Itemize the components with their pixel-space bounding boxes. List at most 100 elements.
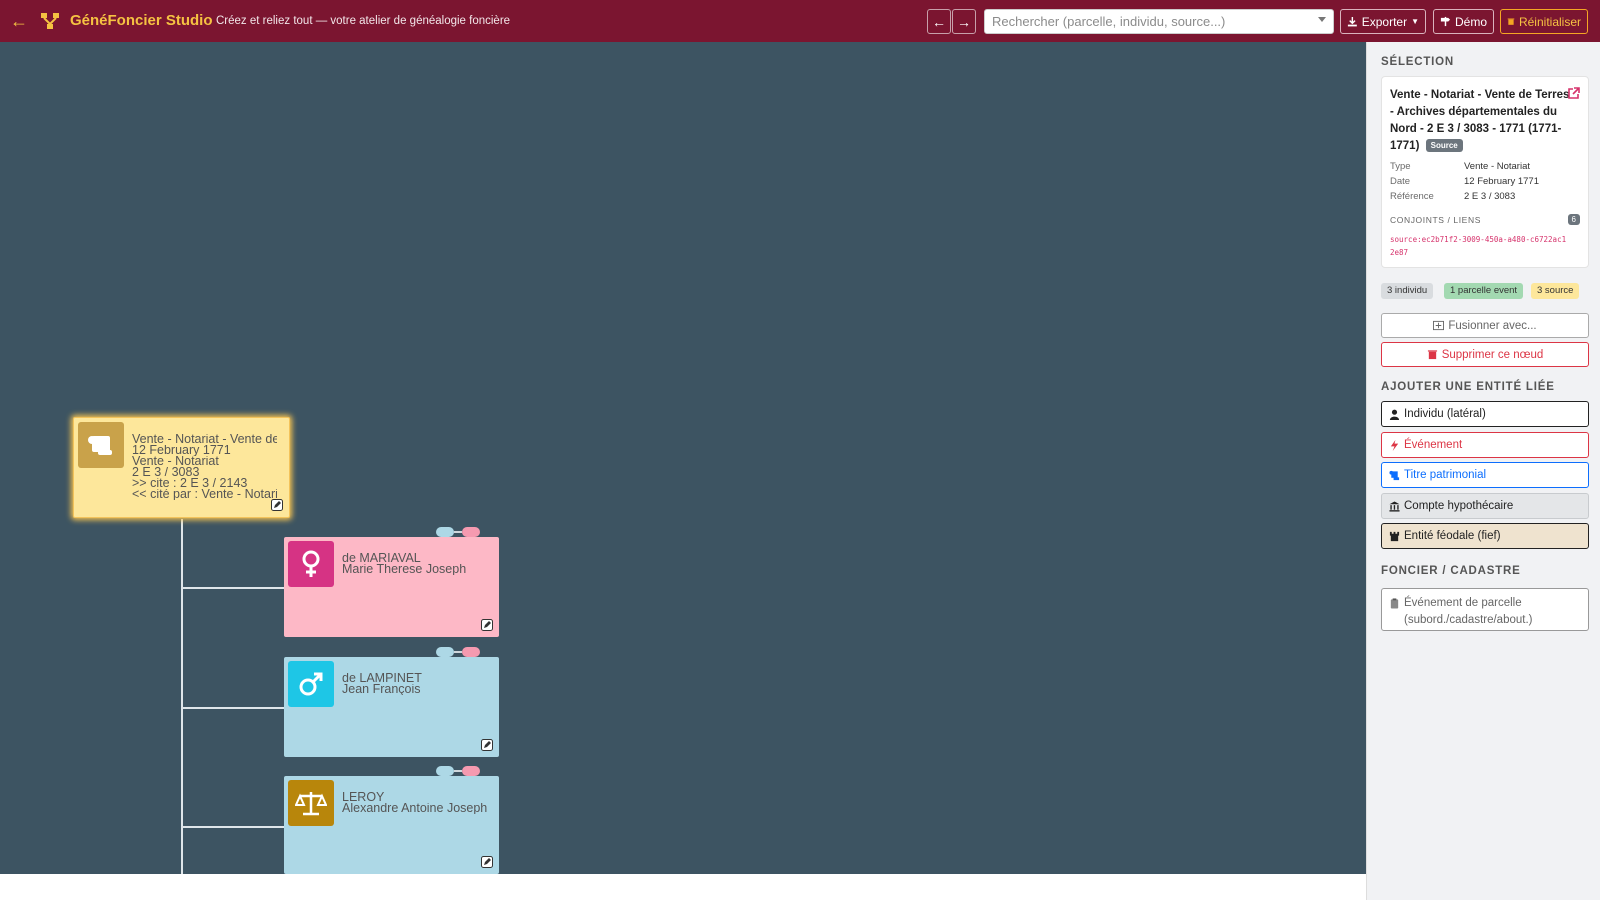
scroll-icon [1389, 470, 1400, 480]
add-event-button[interactable]: Événement [1381, 432, 1589, 458]
person-given-names: Alexandre Antoine Joseph [342, 803, 487, 814]
top-bar: ← GénéFoncier Studio Créez et reliez tou… [0, 0, 1600, 42]
spouse-connector[interactable] [436, 527, 480, 537]
source-node-text: Vente - Notariat - Vente de Terres 12 Fe… [132, 434, 277, 500]
add-event-label: Événement [1404, 439, 1463, 451]
edit-icon[interactable] [481, 739, 493, 751]
add-individual-label: Individu (latéral) [1404, 408, 1486, 420]
app-root: ← GénéFoncier Studio Créez et reliez tou… [0, 0, 1600, 900]
clipboard-icon [1390, 598, 1399, 609]
person-node[interactable]: LEROY Alexandre Antoine Joseph [284, 776, 499, 874]
add-fief-button[interactable]: Entité féodale (fief) [1381, 523, 1589, 549]
add-mortgage-account-button[interactable]: Compte hypothécaire [1381, 493, 1589, 519]
field-row: Référence 2 E 3 / 3083 [1390, 191, 1516, 202]
count-chip-individu: 3 individu [1381, 283, 1434, 299]
source-node-line: >> cite : 2 E 3 / 2143 [132, 478, 248, 489]
delete-node-button[interactable]: Supprimer ce nœud [1381, 342, 1589, 367]
selection-heading: SÉLECTION [1381, 56, 1455, 68]
field-row: Type Vente - Notariat [1390, 161, 1531, 172]
castle-icon [1389, 531, 1400, 541]
demo-label: Démo [1454, 14, 1487, 29]
app-subtitle: Créez et reliez tout — votre atelier de … [216, 15, 511, 27]
field-row: Date 12 February 1771 [1390, 176, 1539, 187]
add-parcel-event-label: Événement de parcelle (subord./cadastre/… [1404, 597, 1533, 626]
person-given-names: Jean François [342, 684, 421, 695]
arrow-right-icon: → [957, 13, 971, 30]
source-node-line: Vente - Notariat - Vente de Terres [132, 434, 277, 445]
tree-connector-horizontal [181, 826, 284, 828]
add-mortgage-label: Compte hypothécaire [1404, 500, 1514, 512]
links-count-badge[interactable]: 6 [1567, 214, 1580, 225]
source-node[interactable]: Vente - Notariat - Vente de Terres 12 Fe… [73, 417, 290, 518]
trash-icon [1427, 350, 1437, 360]
person-surname: de MARIAVAL [342, 553, 421, 564]
download-icon [1347, 17, 1357, 27]
undo-button[interactable]: ← [927, 9, 951, 34]
add-parcel-event-button[interactable]: Événement de parcelle (subord./cadastre/… [1381, 588, 1589, 631]
type-badge: Source [1425, 139, 1463, 153]
scales-icon [288, 780, 334, 826]
edit-icon[interactable] [481, 619, 493, 631]
back-arrow-icon[interactable]: ← [10, 11, 30, 31]
redo-button[interactable]: → [952, 9, 976, 34]
selection-title: Vente - Notariat - Vente de Terres - Arc… [1390, 87, 1575, 155]
scroll-icon [78, 422, 124, 468]
edit-icon[interactable] [271, 499, 283, 511]
search-select[interactable]: Rechercher (parcelle, individu, source..… [984, 9, 1334, 34]
right-panel: SÉLECTION Vente - Notariat - Vente de Te… [1366, 42, 1600, 900]
add-entity-heading: AJOUTER UNE ENTITÉ LIÉE [1381, 381, 1555, 393]
person-surname: LEROY [342, 792, 385, 803]
source-id: source:ec2b71f2-3009-450a-a480-c6722ac12… [1390, 235, 1567, 257]
chevron-down-icon [1318, 17, 1326, 22]
tree-connector-horizontal [181, 587, 284, 589]
female-icon [288, 541, 334, 587]
male-icon [288, 661, 334, 707]
reset-button[interactable]: Réinitialiser [1500, 9, 1588, 34]
edit-icon[interactable] [481, 856, 493, 868]
person-node[interactable]: de MARIAVAL Marie Therese Joseph [284, 537, 499, 637]
external-link-icon[interactable] [1567, 87, 1580, 100]
tree-connector-horizontal [181, 707, 284, 709]
trash-icon [1507, 18, 1515, 25]
caret-down-icon: ▼ [1411, 17, 1419, 26]
search-placeholder: Rechercher (parcelle, individu, source..… [992, 14, 1226, 29]
add-fief-label: Entité féodale (fief) [1404, 530, 1501, 542]
spouse-connector[interactable] [436, 766, 480, 776]
selection-title-text: Vente - Notariat - Vente de Terres - Arc… [1390, 89, 1570, 152]
count-chip-source: 3 source [1531, 283, 1580, 299]
count-chip-parcelle: 1 parcelle event [1444, 283, 1524, 299]
source-node-line: << cité par : Vente - Notariat [132, 489, 277, 500]
spouse-connector[interactable] [436, 647, 480, 657]
export-button[interactable]: Exporter ▼ [1340, 9, 1426, 34]
person-node-text: de MARIAVAL Marie Therese Joseph [342, 553, 487, 575]
person-node-text: LEROY Alexandre Antoine Joseph [342, 792, 487, 814]
person-node-text: de LAMPINET Jean François [342, 673, 487, 695]
merge-label: Fusionner avec... [1448, 319, 1537, 332]
arrow-left-icon: ← [932, 13, 946, 30]
export-label: Exporter [1361, 14, 1408, 29]
tree-logo-icon [41, 13, 59, 29]
merge-icon [1433, 320, 1445, 331]
lightning-icon [1390, 439, 1399, 451]
merge-button[interactable]: Fusionner avec... [1381, 313, 1589, 338]
reset-label: Réinitialiser [1518, 14, 1581, 29]
bank-icon [1389, 500, 1400, 512]
source-node-line: 12 February 1771 [132, 445, 231, 456]
delete-label: Supprimer ce nœud [1441, 348, 1544, 361]
demo-button[interactable]: Démo [1433, 9, 1494, 34]
add-title-label: Titre patrimonial [1404, 469, 1487, 481]
source-node-line: 2 E 3 / 3083 [132, 467, 200, 478]
add-individual-button[interactable]: Individu (latéral) [1381, 401, 1589, 427]
selection-card: Vente - Notariat - Vente de Terres - Arc… [1381, 76, 1589, 268]
signpost-icon [1440, 16, 1451, 27]
add-title-button[interactable]: Titre patrimonial [1381, 462, 1589, 488]
links-label: CONJOINTS / LIENS [1390, 215, 1481, 225]
person-surname: de LAMPINET [342, 673, 422, 684]
canvas-footer [0, 874, 1366, 900]
person-icon [1389, 409, 1400, 420]
source-node-line: Vente - Notariat [132, 456, 219, 467]
app-title: GénéFoncier Studio [70, 12, 213, 29]
person-node[interactable]: de LAMPINET Jean François [284, 657, 499, 757]
person-given-names: Marie Therese Joseph [342, 564, 467, 575]
tree-connector-vertical [181, 519, 183, 874]
